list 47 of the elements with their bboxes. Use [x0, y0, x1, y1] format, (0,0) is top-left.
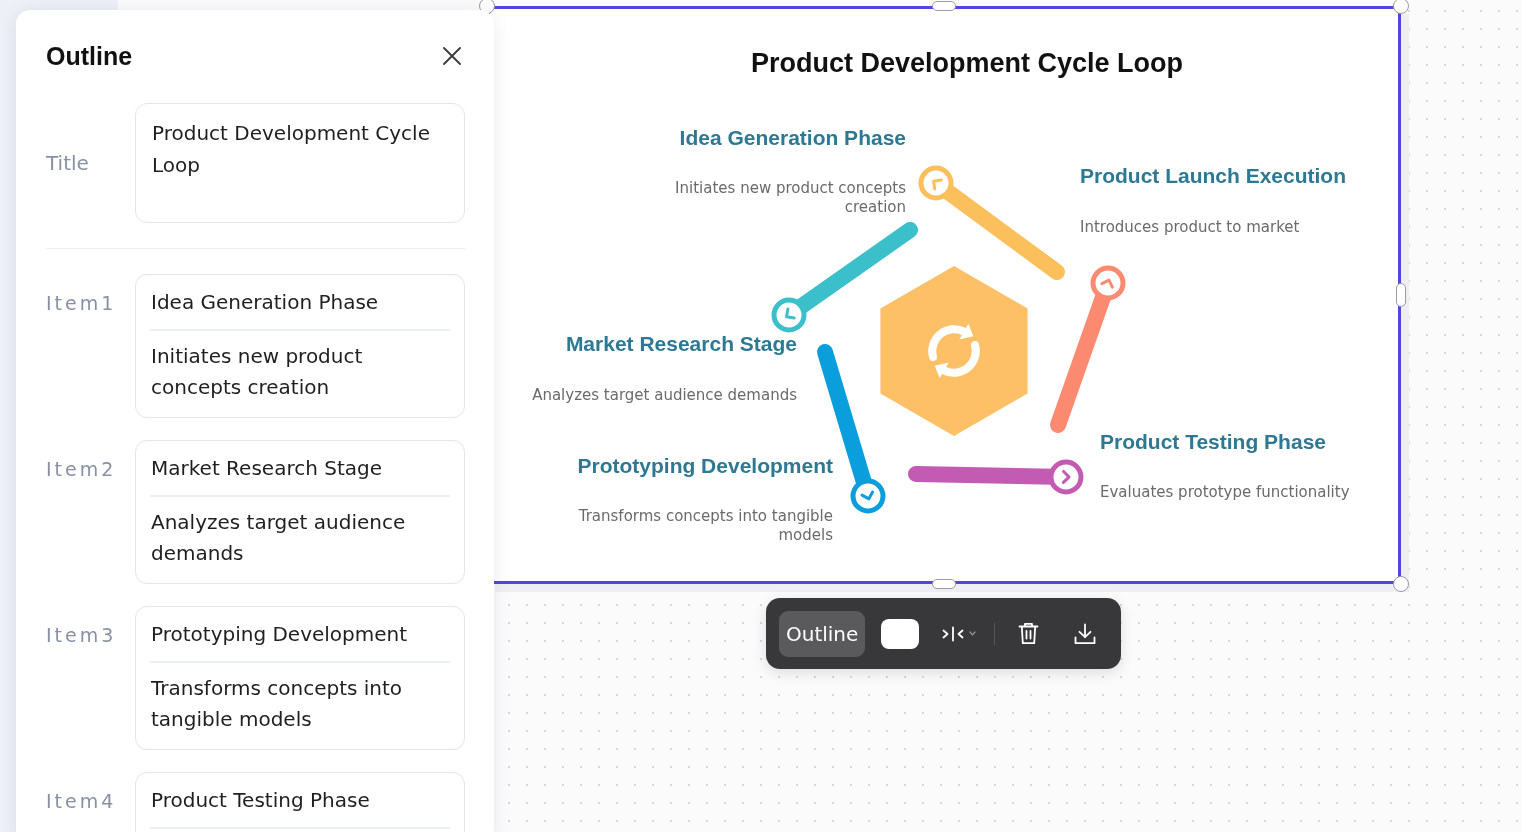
trash-icon [1018, 622, 1040, 645]
chevron-ring-icon [1090, 265, 1126, 301]
download-icon [1074, 622, 1097, 645]
refresh-icon [928, 323, 980, 379]
resize-handle[interactable] [1393, 576, 1409, 592]
chevron-ring-icon [918, 165, 954, 201]
resize-handle[interactable] [1396, 283, 1406, 307]
item-description-field[interactable]: Initiates new product concepts creation [150, 331, 450, 415]
layout-button[interactable] [941, 625, 977, 642]
step-title: Idea Generation Phase [679, 125, 906, 151]
step-description: Initiates new product concepts creation [674, 179, 906, 217]
chevron-ring-icon [1048, 459, 1084, 495]
color-swatch-button[interactable] [881, 618, 920, 649]
delete-button[interactable] [1018, 622, 1040, 645]
outline-button[interactable]: Outline [779, 610, 866, 657]
step-title: Prototyping Development [577, 453, 833, 479]
item-label: Item3 [46, 623, 118, 648]
item-title-field[interactable]: Prototyping Development [150, 607, 450, 663]
step-title: Market Research Stage [565, 331, 797, 357]
step-description: Evaluates prototype functionality [1100, 483, 1350, 502]
download-button[interactable] [1074, 622, 1097, 645]
caret-icon [969, 631, 977, 636]
panel-heading: Outline [46, 41, 133, 72]
item-title-field[interactable]: Product Testing Phase [150, 773, 450, 829]
step-title: Product Testing Phase [1100, 429, 1326, 455]
step-description: Analyzes target audience demands [532, 386, 797, 405]
item-label: Item2 [46, 457, 118, 482]
item-description-field[interactable]: Analyzes target audience demands [150, 497, 450, 581]
close-icon [442, 46, 462, 66]
infographic-title: Product Development Cycle Loop [750, 47, 1184, 80]
step-description: Transforms concepts into tangible models [577, 507, 833, 545]
item-title-field[interactable]: Market Research Stage [150, 441, 450, 497]
item-description-field[interactable]: Transforms concepts into tangible models [150, 663, 450, 747]
resize-handle[interactable] [932, 1, 956, 11]
item-label: Item1 [46, 291, 118, 316]
chevrons-bar-icon [941, 625, 966, 642]
resize-handle[interactable] [1393, 0, 1409, 14]
close-button[interactable] [442, 46, 462, 66]
chevron-ring-icon [850, 478, 886, 514]
step-title: Product Launch Execution [1080, 163, 1347, 189]
title-field[interactable]: Product Development Cycle Loop [135, 103, 465, 223]
chevron-ring-icon [771, 297, 807, 333]
item-title-field[interactable]: Idea Generation Phase [150, 275, 450, 331]
item-label: Item4 [46, 789, 118, 814]
field-label: Title [46, 150, 90, 177]
step-description: Introduces product to market [1080, 218, 1300, 237]
resize-handle[interactable] [932, 579, 956, 589]
